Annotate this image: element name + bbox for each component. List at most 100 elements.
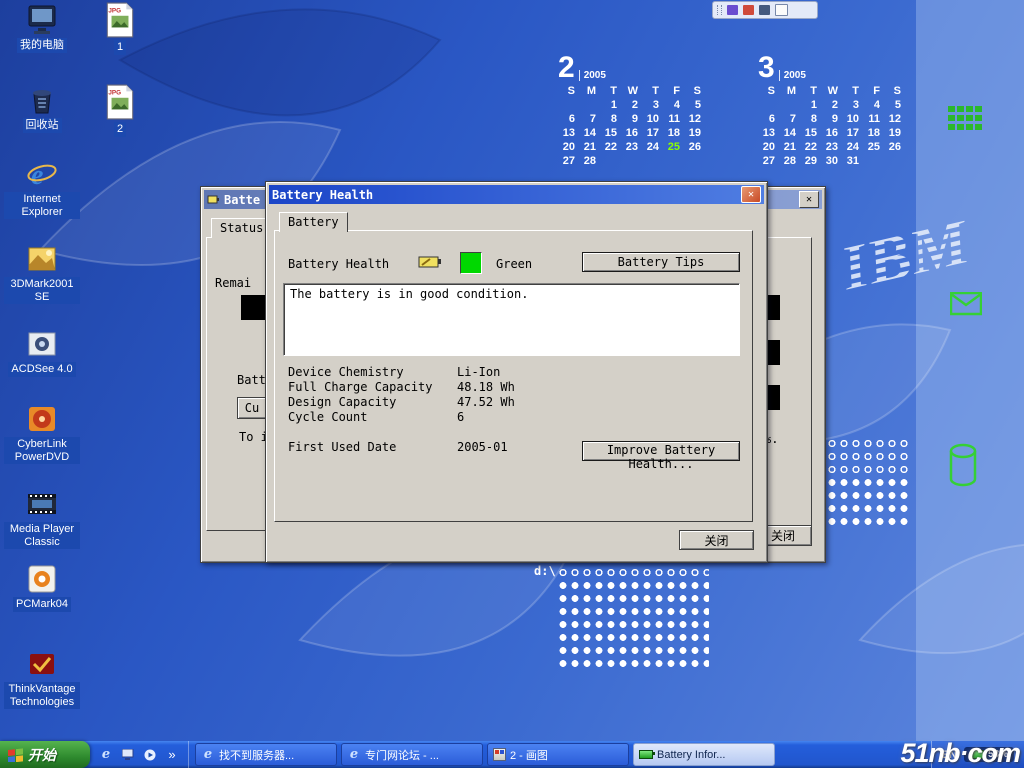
keyboard-icon[interactable] <box>775 4 788 16</box>
toolbar-grip[interactable] <box>717 5 722 15</box>
dots-grid-right-hollow <box>814 437 910 476</box>
svg-text:JPG: JPG <box>108 8 121 15</box>
calendar-day <box>758 98 779 112</box>
close-icon[interactable]: ✕ <box>799 191 819 208</box>
display-icon[interactable] <box>759 5 770 15</box>
task-icon <box>347 748 361 762</box>
task-button[interactable]: 找不到服务器... <box>195 743 337 766</box>
calendar-day: 5 <box>884 98 905 112</box>
3dmark-icon <box>26 243 58 275</box>
health-status-swatch <box>460 252 482 274</box>
tray-mini-toolbar[interactable] <box>712 1 818 19</box>
volume-icon[interactable] <box>727 5 738 15</box>
icon-label: CyberLink PowerDVD <box>4 437 80 464</box>
close-button[interactable]: 关闭 <box>679 530 754 550</box>
health-status-text: Green <box>496 257 532 271</box>
status-icon[interactable] <box>743 5 754 15</box>
calendar-day: 24 <box>842 140 863 154</box>
calendar-weekdays: SMTWTFS <box>558 84 705 98</box>
task-button[interactable]: 2 - 画图 <box>487 743 629 766</box>
calendar-day: 19 <box>884 126 905 140</box>
calendar-month: 3 <box>758 55 775 81</box>
desktop-icon-pcmark04[interactable]: PCMark04 <box>4 563 80 612</box>
acdsee-icon <box>26 328 58 360</box>
desktop-icon-my-computer[interactable]: 我的电脑 <box>4 4 80 53</box>
task-button[interactable]: 专门网论坛 - ... <box>341 743 483 766</box>
drive-label: d:\ <box>534 564 556 578</box>
icon-label: 我的电脑 <box>17 38 67 53</box>
improve-battery-health-button[interactable]: Improve Battery Health... <box>582 441 740 461</box>
chevron-overflow-icon[interactable]: » <box>164 747 180 763</box>
calendar-day: 29 <box>800 154 821 168</box>
task-label: 2 - 画图 <box>510 747 548 763</box>
battery-tips-button[interactable]: Battery Tips <box>582 252 740 272</box>
detail-label: Cycle Count <box>288 410 367 424</box>
desktop-icon-recycle-bin[interactable]: 回收站 <box>4 84 80 133</box>
calendar-day: 1 <box>600 98 621 112</box>
calendar-day: 13 <box>758 126 779 140</box>
file-jpg-2[interactable]: JPG 2 <box>92 84 148 137</box>
calendar-day <box>779 98 800 112</box>
calendar-header: 2 2005 <box>558 55 705 81</box>
desktop-icon-3dmark2001[interactable]: 3DMark2001 SE <box>4 243 80 304</box>
desktop-icon-internet-explorer[interactable]: e Internet Explorer <box>4 158 80 219</box>
calendar-day: 3 <box>642 98 663 112</box>
desktop-icon-media-player-classic[interactable]: Media Player Classic <box>4 488 80 549</box>
media-player-classic-icon <box>26 488 58 520</box>
media-player-quick-launch-icon[interactable] <box>142 747 158 763</box>
detail-value: 47.52 Wh <box>457 395 515 409</box>
calendar-weekday: T <box>642 84 663 98</box>
desktop-icon-powerdvd[interactable]: CyberLink PowerDVD <box>4 403 80 464</box>
table-icon <box>948 106 984 138</box>
calendar-day: 12 <box>884 112 905 126</box>
calendar-day: 17 <box>842 126 863 140</box>
tab-battery[interactable]: Battery <box>279 212 348 232</box>
close-icon[interactable]: ✕ <box>741 186 761 203</box>
calendar-day: 23 <box>621 140 642 154</box>
start-button[interactable]: 开始 <box>0 741 90 768</box>
ie-quick-launch-icon[interactable] <box>98 747 114 763</box>
condition-textbox[interactable]: The battery is in good condition. <box>283 283 740 356</box>
internet-explorer-icon: e <box>26 158 58 190</box>
battery-health-dialog[interactable]: Battery Health ✕ Battery Battery Health … <box>265 181 768 563</box>
start-label: 开始 <box>28 745 56 765</box>
calendar-day: 4 <box>663 98 684 112</box>
calendar-day: 22 <box>800 140 821 154</box>
calendar-day: 11 <box>663 112 684 126</box>
calendar-weekday: S <box>884 84 905 98</box>
file-jpg-1[interactable]: JPG 1 <box>92 2 148 55</box>
calendar-weekday: S <box>558 84 579 98</box>
detail-value: 6 <box>457 410 464 424</box>
icon-label: ThinkVantage Technologies <box>4 682 80 709</box>
calendar-day: 27 <box>758 154 779 168</box>
calendar-day: 17 <box>642 126 663 140</box>
cylinder-icon <box>948 443 978 489</box>
calendar-day: 28 <box>779 154 800 168</box>
icon-label: 回收站 <box>23 118 62 133</box>
tab-status[interactable]: Status <box>211 218 272 238</box>
task-label: Battery Infor... <box>657 749 725 761</box>
detail-row: Cycle Count 6 <box>275 410 752 425</box>
calendar-day: 20 <box>758 140 779 154</box>
task-buttons: 找不到服务器... 专门网论坛 - ... 2 - 画图 Battery Inf… <box>189 741 931 768</box>
taskbar: 开始 » 找不到服务器... 专门网论坛 - ... <box>0 741 1024 768</box>
calendar-day: 15 <box>600 126 621 140</box>
icon-label: Media Player Classic <box>4 522 80 549</box>
desktop-icon-acdsee[interactable]: ACDSee 4.0 <box>4 328 80 377</box>
calendar-day: 25 <box>863 140 884 154</box>
battery-tab-panel: Battery Health Green Battery Tips The ba… <box>274 230 753 522</box>
calendar-day: 16 <box>621 126 642 140</box>
calendar-day: 14 <box>579 126 600 140</box>
calendar-days: 1234567891011121314151617181920212223242… <box>558 98 705 168</box>
calendar-day: 1 <box>800 98 821 112</box>
current-button[interactable]: Cu <box>237 397 267 419</box>
battery-health-label: Battery Health <box>288 257 389 271</box>
calendar-year: 2005 <box>579 70 606 81</box>
desktop-icon-thinkvantage[interactable]: ThinkVantage Technologies <box>4 648 80 709</box>
show-desktop-icon[interactable] <box>120 747 136 763</box>
calendar-day: 8 <box>800 112 821 126</box>
task-icon <box>201 748 215 762</box>
remaining-label: Remai <box>215 276 251 290</box>
title-bar[interactable]: Battery Health ✕ <box>269 185 764 204</box>
task-button[interactable]: Battery Infor... <box>633 743 775 766</box>
